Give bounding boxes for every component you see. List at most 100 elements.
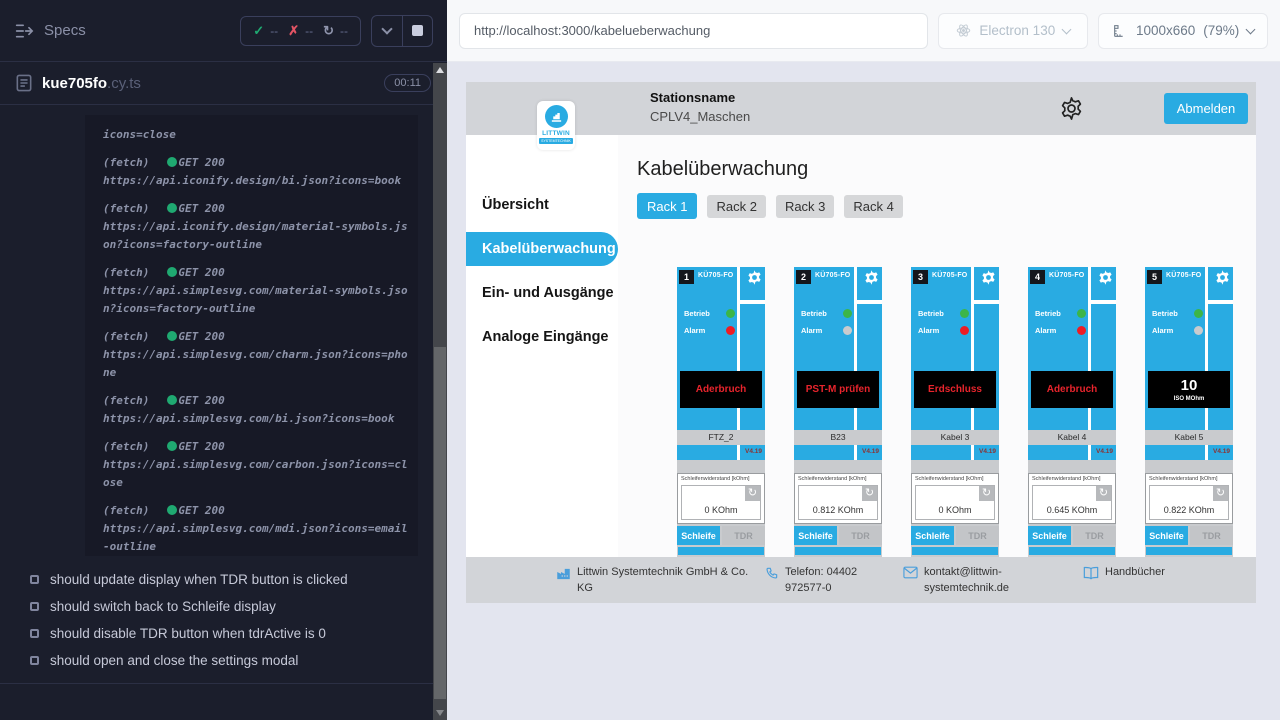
tdr-button[interactable]: TDR [839,526,882,545]
sidebar-nav-item[interactable]: Analoge Eingänge [466,320,618,354]
alarm-led [1077,326,1086,335]
test-item[interactable]: should disable TDR button when tdrActive… [0,620,433,647]
firmware-version: V4.19 [979,448,996,455]
sidebar-nav-item[interactable]: Übersicht [466,188,618,222]
footer-email[interactable]: kontakt@littwin-systemtechnik.de [903,565,1038,597]
betrieb-label: Betrieb [918,309,944,318]
runner-header: Specs ✓-- ✗-- ↻-- [0,0,447,62]
app-header: LITTWIN SYSTEMTECHNIK Stationsname CPLV4… [466,82,1256,135]
alarm-led [1194,326,1203,335]
betrieb-led-row: Betrieb [1035,309,1086,318]
viewport-selector[interactable]: 1000x660 (79%) [1098,13,1268,49]
device-model-label: KÜ705-FO [815,272,850,279]
measure-panel: Schleifenwiderstand [kOhm] ↻ 0.645 KOhm [1028,473,1116,524]
cable-name-label: Kabel 3 [911,430,999,445]
card-number-badge: 2 [796,270,811,284]
status-dot-icon [167,267,177,277]
factory-icon [556,566,571,581]
test-item[interactable]: should open and close the settings modal [0,647,433,674]
faceplate-divider [737,445,740,460]
alarm-led-row: Alarm [918,326,969,335]
measure-panel: Schleifenwiderstand [kOhm] ↻ 0 KOhm [911,473,999,524]
sidebar-nav-item[interactable]: Kabelüberwachung [466,232,618,266]
log-entry[interactable]: (fetch)GET 200 https://api.simplesvg.com… [103,502,412,556]
sidebar-expand-icon [14,22,34,40]
refresh-button[interactable]: ↻ [862,486,877,501]
scroll-up-arrow-icon[interactable] [436,67,444,73]
log-entry[interactable]: (fetch)GET 200 https://api.iconify.desig… [103,154,412,190]
test-item[interactable]: should update display when TDR button is… [0,566,433,593]
betrieb-led [960,309,969,318]
refresh-button[interactable]: ↻ [1096,486,1111,501]
schleife-button[interactable]: Schleife [1028,526,1071,545]
specs-toggle-button[interactable]: Specs [14,22,86,40]
card-settings-button[interactable] [1097,269,1114,286]
test-item[interactable]: should switch back to Schleife display [0,593,433,620]
stat-failed[interactable]: ✗-- [288,24,313,38]
scrollbar-thumb[interactable] [434,347,446,699]
measure-value: 0.812 KOhm [799,505,877,515]
schleife-button[interactable]: Schleife [911,526,954,545]
log-entry[interactable]: (fetch)GET 200 https://api.simplesvg.com… [103,392,412,428]
log-status: GET 200 [178,202,224,215]
rack-tab[interactable]: Rack 1 [637,193,697,219]
log-fetch: (fetch)GET 200 https://api.simplesvg.com… [103,392,412,428]
schleife-button[interactable]: Schleife [794,526,837,545]
specs-title: Specs [44,22,86,39]
spec-file-ext: .cy.ts [107,75,141,92]
betrieb-led [1194,309,1203,318]
schleife-button[interactable]: Schleife [1145,526,1188,545]
refresh-button[interactable]: ↻ [1213,486,1228,501]
log-entry[interactable]: (fetch)GET 200 https://api.simplesvg.com… [103,264,412,318]
url-input[interactable]: http://localhost:3000/kabelueberwachung [459,13,928,49]
settings-gear-button[interactable] [1058,95,1085,122]
footer-manuals-link[interactable]: Handbücher [1083,565,1165,581]
gear-icon [980,269,997,286]
logo-sub-text: SYSTEMTECHNIK [539,138,573,144]
cable-name-label: Kabel 4 [1028,430,1116,445]
log-url: https://api.simplesvg.com/charm.json?ico… [103,346,412,382]
log-fetch-label: (fetch) [103,330,149,343]
card-settings-button[interactable] [980,269,997,286]
schleife-button[interactable]: Schleife [677,526,720,545]
refresh-button[interactable]: ↻ [745,486,760,501]
refresh-button[interactable]: ↻ [979,486,994,501]
card-measure-section: Schleifenwiderstand [kOhm] ↻ 0.812 KOhm … [794,460,882,557]
runner-scrollbar[interactable] [433,63,447,720]
card-settings-button[interactable] [863,269,880,286]
firmware-version: V4.19 [1096,448,1113,455]
device-display: 10 ISO MOhm [1148,371,1230,408]
status-dot-icon [167,395,177,405]
tdr-button[interactable]: TDR [1190,526,1233,545]
tdr-button[interactable]: TDR [1073,526,1116,545]
refresh-icon: ↻ [748,488,757,499]
stop-button[interactable] [402,16,432,46]
measure-value-box: ↻ 0 KOhm [915,485,995,520]
spec-file-row[interactable]: kue705fo.cy.ts 00:11 [0,62,447,105]
scroll-down-arrow-icon[interactable] [436,710,444,716]
sidebar-nav-item[interactable]: Ein- und Ausgänge [466,276,618,310]
betrieb-led [843,309,852,318]
faceplate-divider [971,445,974,460]
browser-selector[interactable]: Electron 130 [938,13,1088,49]
logout-button[interactable]: Abmelden [1164,93,1248,124]
rack-tab[interactable]: Rack 3 [776,195,834,218]
rack-tab[interactable]: Rack 2 [707,195,765,218]
footer-manuals-text: Handbücher [1105,565,1165,581]
betrieb-label: Betrieb [1152,309,1178,318]
stat-passed[interactable]: ✓-- [253,24,278,38]
rack-tab[interactable]: Rack 4 [844,195,902,218]
log-entry[interactable]: icons=close [103,126,412,144]
collapse-button[interactable] [372,16,402,46]
log-entry[interactable]: (fetch)GET 200 https://api.simplesvg.com… [103,438,412,492]
tdr-button[interactable]: TDR [956,526,999,545]
log-entry[interactable]: (fetch)GET 200 https://api.iconify.desig… [103,200,412,254]
card-settings-button[interactable] [1214,269,1231,286]
tdr-button[interactable]: TDR [722,526,765,545]
display-value: 10 [1181,378,1198,393]
log-entry[interactable]: (fetch)GET 200 https://api.simplesvg.com… [103,328,412,382]
log-status: GET 200 [178,394,224,407]
card-settings-button[interactable] [746,269,763,286]
app-sidebar: Übersicht Kabelüberwachung Ein- und Ausg… [466,135,618,557]
stat-pending[interactable]: ↻-- [323,24,348,38]
